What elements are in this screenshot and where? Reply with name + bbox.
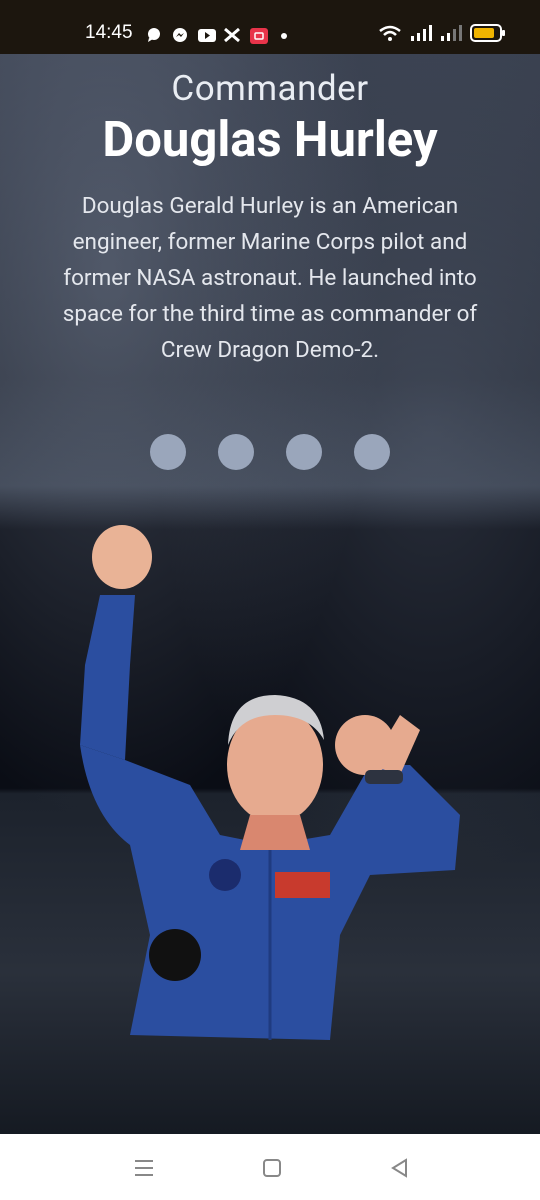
carousel-dot-2[interactable] [218, 434, 254, 470]
astronaut-photo [70, 515, 480, 1050]
hero-description: Douglas Gerald Hurley is an American eng… [62, 193, 478, 363]
carousel-dots [150, 434, 390, 470]
menu-icon[interactable] [132, 1156, 156, 1180]
home-icon[interactable] [260, 1156, 284, 1180]
carousel-dot-3[interactable] [286, 434, 322, 470]
x-icon [223, 27, 241, 43]
chat-icon [145, 27, 163, 43]
hero-section: Commander Douglas Hurley Douglas Gerald … [0, 68, 540, 368]
system-icons [378, 23, 506, 47]
hero-title: Douglas Hurley [102, 111, 438, 168]
carousel-dot-1[interactable] [150, 434, 186, 470]
signal2-icon [440, 24, 462, 46]
signal-icon [410, 24, 432, 46]
system-nav-bar [0, 1134, 540, 1200]
battery-icon [470, 23, 506, 47]
status-bar: 14:45 [0, 0, 540, 54]
notification-icons [145, 24, 293, 46]
youtube-icon [197, 27, 216, 43]
wifi-icon [378, 24, 402, 46]
dot-icon [275, 27, 293, 43]
messenger-icon [171, 27, 189, 43]
hero-subtitle: Commander [171, 68, 369, 109]
status-time: 14:45 [85, 22, 133, 43]
back-icon[interactable] [388, 1156, 412, 1180]
screen-record-icon [249, 27, 268, 44]
carousel-dot-4[interactable] [354, 434, 390, 470]
